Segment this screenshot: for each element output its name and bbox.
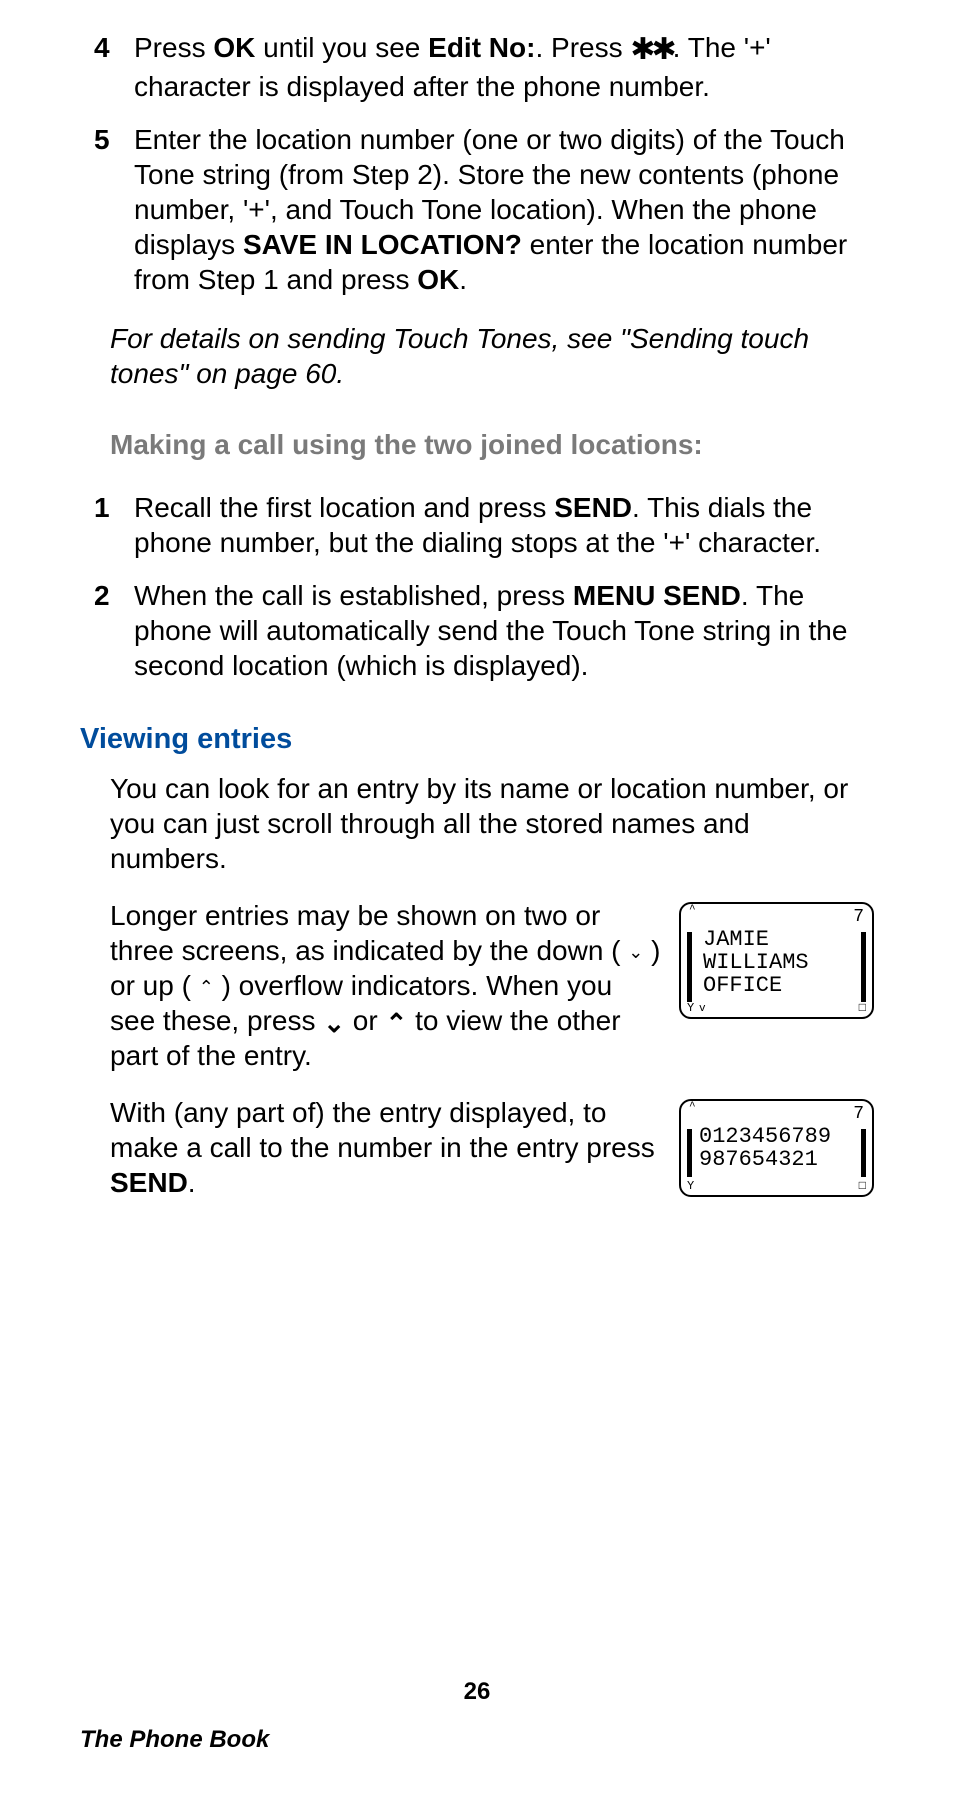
step-text: Enter the location number (one or two di… [134, 124, 847, 295]
step-5: 5 Enter the location number (one or two … [134, 122, 874, 297]
step-1: 1 Recall the first location and press SE… [134, 490, 874, 560]
lcd-bottom-right-icon: □ [859, 1002, 866, 1015]
lcd-bottom-left-icon: Y [687, 1180, 694, 1193]
lcd-corner-number: 7 [853, 908, 864, 927]
step-text: Press OK until you see Edit No:. Press ✱… [134, 32, 771, 102]
lcd-bottom-left-icon: Y [687, 1002, 694, 1015]
step-number: 5 [94, 122, 110, 157]
page-number: 26 [0, 1677, 954, 1707]
step-number: 2 [94, 578, 110, 613]
up-caret-icon: ^ [689, 905, 696, 917]
subheading-viewing-entries: Viewing entries [80, 721, 874, 757]
chevron-up-icon: ⌃ [386, 1010, 408, 1036]
viewing-intro-paragraph: You can look for an entry by its name or… [110, 771, 874, 876]
lcd-text: 0123456789 987654321 [699, 1125, 864, 1171]
cross-reference-note: For details on sending Touch Tones, see … [110, 321, 874, 391]
star-star-icon: ✱✱ [630, 33, 672, 66]
phone-screen-illustration-1: ^ 7 JAMIE WILLIAMS OFFICE v Y □ [679, 902, 874, 1019]
manual-page: 4 Press OK until you see Edit No:. Press… [0, 0, 954, 1803]
down-caret-icon: v [699, 1004, 706, 1016]
chevron-down-icon: ⌄ [628, 943, 643, 961]
subheading-making-call: Making a call using the two joined locat… [110, 427, 874, 462]
phone-screen-illustration-2: ^ 7 0123456789 987654321 Y □ [679, 1099, 874, 1197]
chevron-up-icon: ⌃ [199, 978, 214, 996]
lcd-corner-number: 7 [853, 1105, 864, 1124]
up-caret-icon: ^ [689, 1102, 696, 1114]
step-text: Recall the first location and press SEND… [134, 492, 821, 558]
step-number: 4 [94, 30, 110, 65]
step-2: 2 When the call is established, press ME… [134, 578, 874, 683]
step-4: 4 Press OK until you see Edit No:. Press… [134, 30, 874, 104]
footer-section-title: The Phone Book [0, 1725, 954, 1755]
chevron-down-icon: ⌄ [323, 1010, 345, 1036]
ordered-steps-top: 4 Press OK until you see Edit No:. Press… [80, 30, 874, 297]
ordered-steps-mid: 1 Recall the first location and press SE… [80, 490, 874, 683]
lcd-bottom-right-icon: □ [859, 1180, 866, 1193]
step-number: 1 [94, 490, 110, 525]
step-text: When the call is established, press MENU… [134, 580, 847, 681]
lcd-text: JAMIE WILLIAMS OFFICE [703, 928, 864, 997]
page-footer: 26 The Phone Book [0, 1677, 954, 1755]
